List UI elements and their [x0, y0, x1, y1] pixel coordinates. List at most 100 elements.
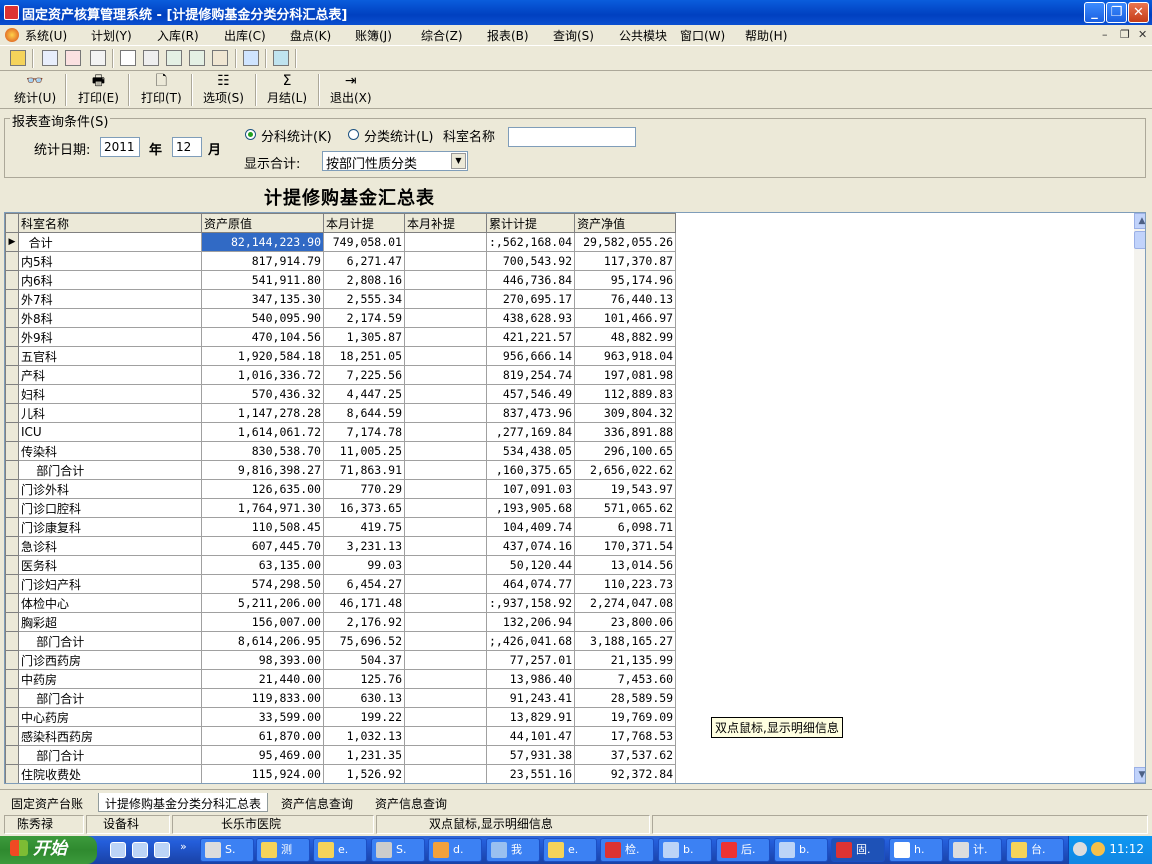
table-cell[interactable]: 95,469.00 — [201, 745, 324, 765]
table-cell[interactable] — [404, 403, 487, 423]
table-row[interactable]: 门诊口腔科 1,764,971.30 16,373.65 ,193,905.68 571… — [5, 498, 677, 518]
table-cell[interactable] — [404, 536, 487, 556]
dropdown-arrow-icon[interactable]: ▼ — [451, 153, 466, 169]
quicklaunch-icon[interactable] — [110, 842, 126, 858]
row-indicator[interactable] — [5, 498, 19, 518]
table-cell[interactable]: 1,231.35 — [323, 745, 405, 765]
table-cell[interactable]: 446,736.84 — [485, 270, 576, 290]
table-cell[interactable]: 437,074.16 — [485, 536, 576, 556]
table-cell[interactable]: 9,816,398.27 — [201, 460, 324, 480]
year-input[interactable]: 2011 — [100, 137, 140, 157]
table-row[interactable]: 体检中心 5,211,206.00 46,171.48:,937,158.92 2,2… — [5, 593, 677, 613]
tab-asset-query-1[interactable]: 资产信息查询 — [275, 793, 359, 812]
column-header[interactable]: 本月计提 — [323, 213, 405, 233]
table-cell[interactable]: 464,074.77 — [485, 574, 576, 594]
table-row[interactable]: 住院收费处 115,924.00 1,526.92 23,551.16 92,372.8… — [5, 764, 677, 783]
row-indicator[interactable] — [5, 764, 19, 783]
month-input[interactable]: 12 — [172, 137, 202, 157]
table-cell[interactable] — [404, 707, 487, 727]
table-cell[interactable]: 61,870.00 — [201, 726, 324, 746]
close-button[interactable]: ✕ — [1128, 2, 1149, 23]
table-cell[interactable]: 11,005.25 — [323, 441, 405, 461]
table-cell[interactable]: 57,931.38 — [485, 745, 576, 765]
table-cell[interactable]: 产科 — [18, 365, 202, 385]
table-row[interactable]: ICU 1,614,061.72 7,174.78 ,277,169.84 336,89… — [5, 422, 677, 442]
table-cell[interactable] — [404, 593, 487, 613]
row-indicator[interactable] — [5, 536, 19, 556]
taskbar-button[interactable]: 台. — [1006, 838, 1064, 862]
table-cell[interactable]: 门诊康复科 — [18, 517, 202, 537]
menu-comprehensive[interactable]: 综合(Z) — [421, 27, 463, 44]
row-indicator[interactable] — [5, 384, 19, 404]
tab-fund-summary[interactable]: 计提修购基金分类分科汇总表 — [98, 793, 269, 812]
system-menu-icon[interactable] — [5, 28, 19, 42]
clipboard-icon[interactable] — [90, 50, 106, 66]
table-cell[interactable]: 504.37 — [323, 650, 405, 670]
table-cell[interactable]: 126,635.00 — [201, 479, 324, 499]
table-cell[interactable]: 7,453.60 — [574, 669, 677, 689]
table-row[interactable]: 感染科西药房 61,870.00 1,032.13 44,101.47 17,768.5… — [5, 726, 677, 746]
table-cell[interactable]: 2,808.16 — [323, 270, 405, 290]
table-cell[interactable]: :,937,158.92 — [485, 593, 576, 613]
table-cell[interactable] — [404, 270, 487, 290]
table-cell[interactable]: 98,393.00 — [201, 650, 324, 670]
table-row[interactable]: 五官科 1,920,584.18 18,251.05 956,666.14 963,91… — [5, 346, 677, 366]
dept-stats-radio-label[interactable]: 分科统计(K) — [261, 126, 332, 145]
table-cell[interactable]: 28,589.59 — [574, 688, 677, 708]
table-row[interactable]: 外9科 470,104.56 1,305.87 421,221.57 48,882.99 — [5, 327, 677, 347]
restore-button[interactable]: ❐ — [1106, 2, 1127, 23]
export-icon[interactable] — [65, 50, 81, 66]
column-header[interactable]: 累计计提 — [485, 213, 576, 233]
table-cell[interactable] — [404, 555, 487, 575]
table-cell[interactable]: 1,526.92 — [323, 764, 405, 783]
table-cell[interactable]: 347,135.30 — [201, 289, 324, 309]
table-cell[interactable]: 3,231.13 — [323, 536, 405, 556]
taskbar-button[interactable]: b. — [658, 838, 712, 862]
table-cell[interactable]: 7,225.56 — [323, 365, 405, 385]
table-cell[interactable]: 132,206.94 — [485, 612, 576, 632]
table-row[interactable]: 部门合计 119,833.00 630.13 91,243.41 28,589.59 — [5, 688, 677, 708]
column-header[interactable]: 本月补提 — [404, 213, 487, 233]
table-cell[interactable]: 438,628.93 — [485, 308, 576, 328]
show-total-select[interactable]: 按部门性质分类 ▼ — [322, 151, 468, 172]
table-cell[interactable]: 77,257.01 — [485, 650, 576, 670]
copy-document-icon[interactable] — [143, 50, 159, 66]
table-cell[interactable]: 107,091.03 — [485, 479, 576, 499]
table-cell[interactable]: 50,120.44 — [485, 555, 576, 575]
table-cell[interactable] — [404, 365, 487, 385]
table-cell[interactable]: 199.22 — [323, 707, 405, 727]
table-cell[interactable]: 119,833.00 — [201, 688, 324, 708]
table-cell[interactable]: 3,188,165.27 — [574, 631, 677, 651]
thermometer-icon[interactable] — [10, 50, 26, 66]
table-cell[interactable]: 18,251.05 — [323, 346, 405, 366]
scroll-down-icon[interactable]: ▼ — [1134, 767, 1145, 783]
table-row[interactable]: 外8科 540,095.90 2,174.59 438,628.93 101,466.9… — [5, 308, 677, 328]
table-row[interactable]: 门诊康复科 110,508.45 419.75 104,409.74 6,098.71 — [5, 517, 677, 537]
table-cell[interactable] — [404, 251, 487, 271]
table-cell[interactable]: 1,147,278.28 — [201, 403, 324, 423]
table-cell[interactable]: ,160,375.65 — [485, 460, 576, 480]
table-cell[interactable]: ;,426,041.68 — [485, 631, 576, 651]
table-cell[interactable]: 外7科 — [18, 289, 202, 309]
table-cell[interactable]: 125.76 — [323, 669, 405, 689]
table-cell[interactable]: 5,211,206.00 — [201, 593, 324, 613]
table-cell[interactable]: 115,924.00 — [201, 764, 324, 783]
exit-button[interactable]: ⇥ 退出(X) — [330, 73, 372, 107]
table-cell[interactable]: 五官科 — [18, 346, 202, 366]
row-indicator[interactable] — [5, 574, 19, 594]
table-cell[interactable] — [404, 631, 487, 651]
table-cell[interactable] — [404, 650, 487, 670]
title-bar[interactable]: 固定资产核算管理系统 - [计提修购基金分类分科汇总表] _ ❐ ✕ — [0, 0, 1152, 25]
table-cell[interactable]: 170,371.54 — [574, 536, 677, 556]
table-row[interactable]: 儿科 1,147,278.28 8,644.59 837,473.96 309,804.… — [5, 403, 677, 423]
table-cell[interactable]: 1,920,584.18 — [201, 346, 324, 366]
table-cell[interactable]: 95,174.96 — [574, 270, 677, 290]
table-cell[interactable]: 71,863.91 — [323, 460, 405, 480]
table-cell[interactable]: 101,466.97 — [574, 308, 677, 328]
table-cell[interactable]: 2,174.59 — [323, 308, 405, 328]
vertical-scrollbar[interactable]: ▲ ▼ — [1134, 213, 1145, 783]
table-cell[interactable]: :,562,168.04 — [485, 232, 576, 252]
row-indicator[interactable] — [5, 479, 19, 499]
table-cell[interactable]: 1,305.87 — [323, 327, 405, 347]
column-header[interactable]: 科室名称 — [18, 213, 202, 233]
